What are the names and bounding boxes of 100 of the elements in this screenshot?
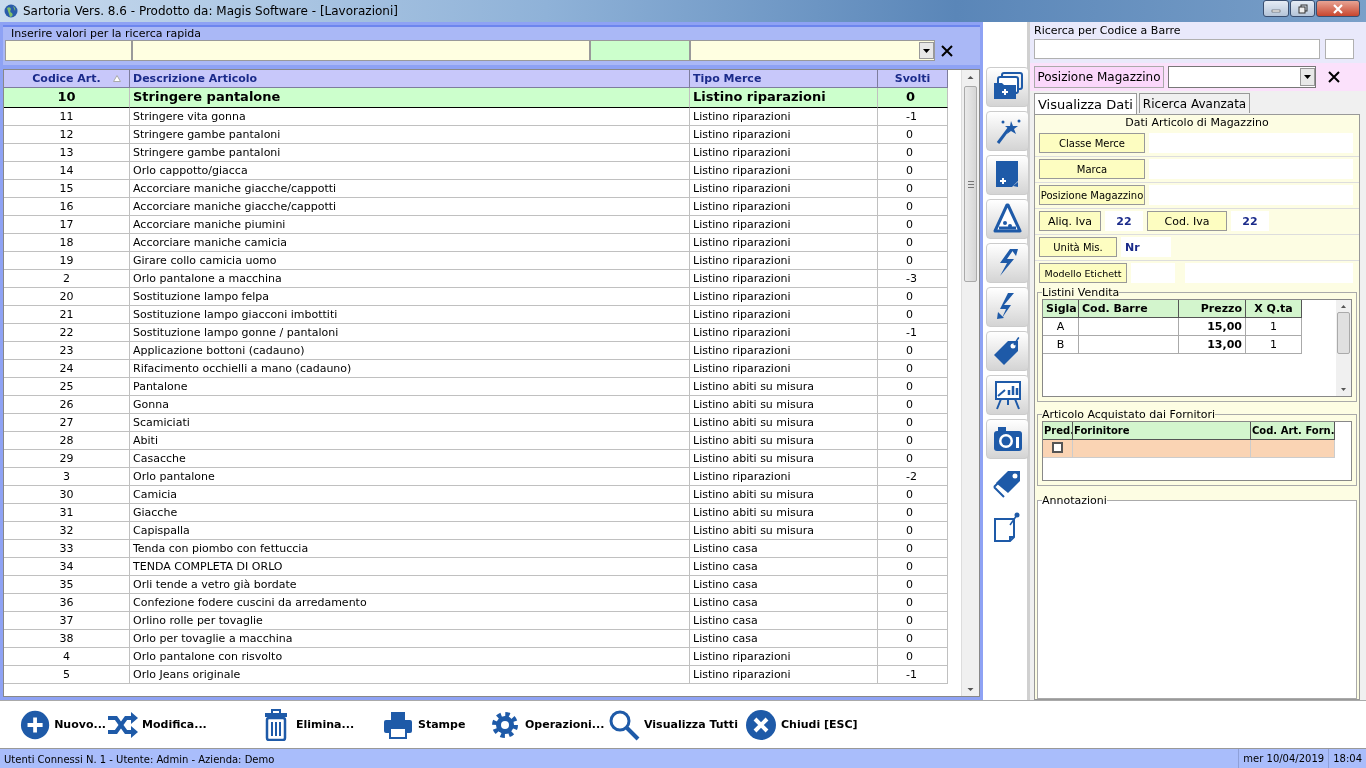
table-cell: Listino abiti su misura [690, 450, 878, 468]
table-cell: 1 [1246, 318, 1302, 336]
table-cell: Listino casa [690, 630, 878, 648]
action-button[interactable]: Chiudi [ESC] [745, 706, 875, 743]
status-text: Utenti Connessi N. 1 - Utente: Admin - Azienda: Demo [3, 753, 276, 765]
table-cell: 0 [878, 594, 948, 612]
table-cell: Girare collo camicia uomo [130, 252, 690, 270]
field-label-button[interactable]: Cod. Iva [1147, 211, 1227, 231]
tab[interactable]: Ricerca Avanzata [1138, 93, 1251, 113]
plus-icon [20, 708, 51, 741]
column-header[interactable]: Sigla [1043, 300, 1079, 318]
table-cell: Stringere pantalone [130, 88, 690, 108]
field-label-button[interactable]: Marca [1039, 159, 1145, 179]
table-cell: 0 [878, 216, 948, 234]
quantity-field[interactable] [1325, 39, 1354, 59]
barcode-field[interactable] [1034, 39, 1320, 59]
toolbar-button[interactable] [986, 111, 1029, 151]
field-label-button[interactable]: Aliq. Iva [1039, 211, 1101, 231]
table-cell: 33 [4, 540, 130, 558]
table-cell: 29 [4, 450, 130, 468]
table-cell: Tenda con piombo con fettuccia [130, 540, 690, 558]
toolbar-button[interactable] [986, 155, 1029, 195]
tab[interactable]: Visualizza Dati [1034, 93, 1137, 115]
column-header[interactable]: Descrizione Articolo [130, 70, 690, 88]
column-header[interactable]: Codice Art. [4, 70, 130, 88]
table-cell: Listino abiti su misura [690, 396, 878, 414]
table-cell: A [1043, 318, 1079, 336]
table-cell: 16 [4, 198, 130, 216]
table-cell: Listino abiti su misura [690, 414, 878, 432]
table-cell: 19 [4, 252, 130, 270]
table-cell: Listino riparazioni [690, 180, 878, 198]
search-field[interactable] [590, 40, 690, 61]
minimize-button[interactable] [1263, 0, 1289, 17]
status-time: 18:04 [1328, 749, 1366, 768]
column-header[interactable]: Tipo Merce [690, 70, 878, 88]
action-button[interactable]: Visualizza Tutti [608, 706, 745, 743]
restore-icon [1297, 3, 1308, 14]
column-header[interactable]: Forinitore [1073, 422, 1251, 440]
search-field[interactable] [132, 40, 590, 61]
table-cell: 0 [878, 396, 948, 414]
table-cell: Stringere gambe pantaloni [130, 126, 690, 144]
table-cell: 31 [4, 504, 130, 522]
table-cell: 13,00 [1179, 336, 1246, 354]
value-field: 22 [1105, 211, 1143, 231]
grip-icon [967, 180, 974, 188]
sort-arrow-icon [113, 75, 121, 82]
column-header[interactable]: Cod. Art. Forn. [1251, 422, 1335, 440]
toolbar-button[interactable] [986, 287, 1029, 327]
table-cell: 25 [4, 378, 130, 396]
table-cell: Listino riparazioni [690, 288, 878, 306]
table-cell: Stringere vita gonna [130, 108, 690, 126]
table-cell: Capispalla [130, 522, 690, 540]
checkbox[interactable] [1052, 442, 1063, 453]
position-dropdown[interactable] [1168, 66, 1316, 88]
table-cell: -1 [878, 666, 948, 684]
table-cell: Listino riparazioni [690, 342, 878, 360]
column-header[interactable]: Svolti [878, 70, 948, 88]
toolbar-button[interactable] [986, 199, 1029, 239]
table-cell: Listino riparazioni [690, 198, 878, 216]
field-label-button[interactable]: Classe Merce [1039, 133, 1145, 153]
table-cell: 0 [878, 198, 948, 216]
toolbar-button[interactable] [986, 243, 1029, 283]
table-cell: Listino abiti su misura [690, 486, 878, 504]
table-cell: 21 [4, 306, 130, 324]
table-cell: 4 [4, 648, 130, 666]
table-cell: 0 [878, 144, 948, 162]
toolbar-button[interactable] [986, 67, 1029, 107]
table-cell: 22 [4, 324, 130, 342]
table-cell: Applicazione bottoni (cadauno) [130, 342, 690, 360]
scrollbar[interactable] [961, 70, 979, 696]
filter-button[interactable]: Posizione Magazzino [1034, 66, 1164, 88]
field-label-button[interactable]: Posizione Magazzino [1039, 185, 1145, 205]
table-cell: Listino casa [690, 612, 878, 630]
field-label-button[interactable]: Unità Mis. [1039, 237, 1117, 257]
table-cell: 24 [4, 360, 130, 378]
action-button[interactable]: Operazioni... [489, 706, 608, 743]
action-button[interactable]: Modifica... [106, 706, 260, 743]
scrollbar[interactable] [1336, 300, 1351, 396]
table-cell: 0 [878, 504, 948, 522]
toolbar-button[interactable] [986, 419, 1029, 459]
action-button[interactable]: Elimina... [260, 706, 382, 743]
column-header[interactable]: Prezzo [1179, 300, 1246, 318]
action-button[interactable]: Stampe [382, 706, 489, 743]
toolbar-button[interactable] [986, 375, 1029, 415]
table-cell: Casacche [130, 450, 690, 468]
close-button[interactable] [1316, 0, 1360, 17]
table-cell: Orlo pantalone [130, 468, 690, 486]
table-cell: TENDA COMPLETA DI ORLO [130, 558, 690, 576]
restore-button[interactable] [1290, 0, 1315, 17]
toolbar-button[interactable] [986, 331, 1029, 371]
column-header[interactable]: X Q.ta [1246, 300, 1302, 318]
table-cell: Listino abiti su misura [690, 522, 878, 540]
search-field[interactable] [5, 40, 132, 61]
table-cell: 0 [878, 414, 948, 432]
table-cell: 0 [878, 126, 948, 144]
field-label-button[interactable]: Modello Etichett [1039, 263, 1127, 283]
table-cell: Listino riparazioni [690, 270, 878, 288]
column-header[interactable]: Cod. Barre [1079, 300, 1179, 318]
action-button[interactable]: Nuovo... [20, 706, 106, 743]
table-cell: Listino abiti su misura [690, 432, 878, 450]
